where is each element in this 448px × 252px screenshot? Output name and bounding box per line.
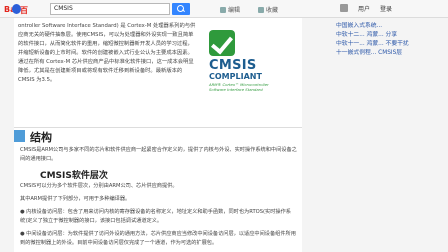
cmsis-logo-tagline-2: Software Interface Standard (209, 87, 263, 92)
edit-icon (220, 6, 226, 13)
login-link[interactable]: 登录 (380, 4, 392, 13)
search-button[interactable] (172, 3, 190, 15)
search-input[interactable]: CMSIS (50, 3, 170, 15)
subsection-title: CMSIS软件层次 (40, 171, 108, 181)
favorite-label: 收藏 (266, 7, 279, 14)
structure-paragraph: CMSIS是ARM公司与多家不同的芯片和软件供应商一起紧密合作定义的，提供了内核… (20, 147, 297, 162)
sidebar-item[interactable]: 中软十二... 鸿蒙... 分享 (336, 31, 446, 40)
body-line-4: ● 中间设备访问层：为软件提供了访问外设的通用方法，芯片供应商应当修改中间设备访… (20, 231, 296, 246)
star-icon (258, 6, 264, 13)
user-name[interactable]: 用户 (358, 4, 370, 13)
logo-text-du: 百 (20, 6, 28, 15)
body-line-2: 其中ARM提供了下列部分，可用于多种编译器。 (20, 196, 131, 202)
sidebar-item[interactable]: 中国嵌入式系统... (336, 22, 446, 31)
body-line-3: ● 内核设备访问层：包含了用来访问内核的寄存器设备的名称定义，地址定义和助手函数… (20, 209, 291, 224)
sidebar-item[interactable]: 十一嵌式例程... CMSIS层 (336, 49, 446, 58)
body-line-1: CMSIS可以分为多个软件层次，分别由ARM公司、芯片供应商提供。 (20, 183, 178, 189)
sidebar-list: 中国嵌入式系统... 中软十二... 鸿蒙... 分享 中软十一... 鸿蒙..… (336, 22, 446, 58)
baidu-logo[interactable]: Bai 百 (4, 4, 30, 15)
intro-paragraph: ontroller Software Interface Standard) 是… (18, 23, 196, 83)
section-header: 结构 (14, 127, 302, 144)
top-search-bar: Bai 百 CMSIS 编辑 收藏 用户 登录 (0, 0, 448, 18)
avatar[interactable] (340, 4, 348, 12)
sidebar-item[interactable]: 中软十一... 鸿蒙... 不要干扰 (336, 40, 446, 49)
section-marker (14, 130, 25, 142)
user-area: 用户 登录 (340, 4, 392, 13)
cmsis-logo-word: CMSIS (209, 58, 257, 73)
checkmark-icon (209, 30, 235, 56)
section-title: 结构 (30, 131, 52, 144)
cmsis-logo: CMSIS COMPLIANT ARM® Cortex™ Microcontro… (201, 20, 296, 96)
article-content: ontroller Software Interface Standard) 是… (14, 18, 302, 252)
edit-link[interactable]: 编辑 (220, 5, 240, 14)
favorite-link[interactable]: 收藏 (258, 5, 278, 14)
edit-label: 编辑 (228, 7, 241, 14)
cmsis-logo-compliant: COMPLIANT (209, 72, 262, 81)
